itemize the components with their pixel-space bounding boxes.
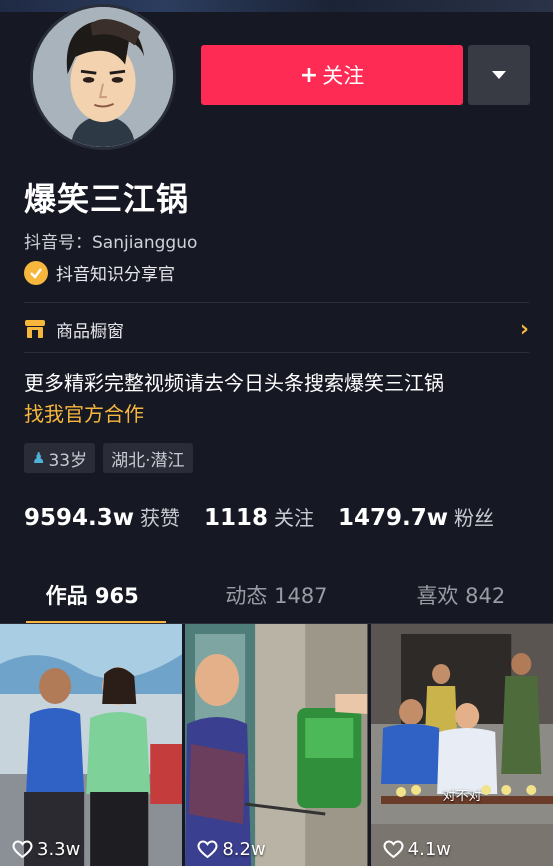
avatar[interactable]: [30, 4, 176, 150]
douyin-id: 抖音号：Sanjiangguo: [24, 233, 198, 253]
likes-stat[interactable]: 9594.3w 获赞: [24, 502, 180, 531]
stats-row: 9594.3w 获赞 1118 关注 1479.7w 粉丝: [24, 502, 518, 531]
video-thumbnail-image: [0, 624, 183, 866]
divider: [24, 352, 529, 353]
heart-icon: [197, 840, 218, 859]
heart-icon: [383, 840, 404, 859]
shop-label: 商品橱窗: [56, 321, 124, 342]
more-options-button[interactable]: [468, 45, 530, 105]
certification-label: 抖音知识分享官: [56, 265, 175, 285]
person-icon: ♟: [32, 449, 46, 467]
video-thumbnail[interactable]: 对不对 4.1w: [370, 624, 553, 866]
tab-works[interactable]: 作品 965: [0, 566, 184, 624]
video-likes: 3.3w: [12, 839, 80, 860]
shop-window-row[interactable]: 商品橱窗 ›: [24, 312, 529, 346]
profile-tags: ♟ 33岁 湖北·潜江: [24, 443, 193, 473]
followers-count: 1479.7w: [338, 505, 449, 531]
profile-name: 爆笑三江锅: [24, 180, 190, 218]
age-tag: ♟ 33岁: [24, 443, 96, 473]
bio-text: 更多精彩完整视频请去今日头条搜索爆笑三江锅: [24, 371, 444, 395]
video-thumbnail[interactable]: 8.2w: [185, 624, 368, 866]
followers-stat[interactable]: 1479.7w 粉丝: [338, 502, 494, 531]
followers-label: 粉丝: [454, 506, 495, 530]
chevron-right-icon: ›: [519, 316, 529, 342]
cooperation-link[interactable]: 找我官方合作: [24, 398, 144, 427]
following-stat[interactable]: 1118 关注: [204, 502, 314, 531]
likes-count: 8.2w: [222, 839, 266, 860]
video-grid: 3.3w 8.2w 对不对 4.1w: [0, 624, 553, 866]
likes-label: 获赞: [140, 506, 181, 530]
triangle-down-icon: [492, 71, 506, 79]
tab-liked[interactable]: 喜欢 842: [369, 566, 553, 624]
plus-icon: +: [299, 62, 319, 88]
video-thumbnail-image: [185, 624, 368, 866]
content-tabs: 作品 965 动态 1487 喜欢 842: [0, 566, 553, 624]
likes-count: 3.3w: [37, 839, 81, 860]
location-label: 湖北·潜江: [111, 450, 185, 471]
video-thumbnail-image: [370, 624, 553, 866]
shop-icon: [25, 320, 45, 338]
following-label: 关注: [274, 506, 315, 530]
video-subtitle: 对不对: [442, 789, 482, 804]
tab-activity[interactable]: 动态 1487: [184, 566, 368, 624]
follow-label: 关注: [322, 64, 365, 88]
video-likes: 8.2w: [197, 839, 266, 860]
certification-badge: 抖音知识分享官: [24, 260, 175, 285]
video-thumbnail[interactable]: 3.3w: [0, 624, 183, 866]
likes-count: 9594.3w: [24, 505, 135, 531]
divider: [24, 302, 529, 303]
follow-button[interactable]: + 关注: [201, 45, 463, 105]
likes-count: 4.1w: [407, 839, 452, 860]
following-count: 1118: [204, 505, 269, 531]
location-tag: 湖北·潜江: [103, 443, 193, 473]
check-badge-icon: [24, 260, 48, 285]
heart-icon: [12, 840, 33, 859]
age-label: 33岁: [48, 450, 88, 471]
video-likes: 4.1w: [383, 839, 451, 860]
